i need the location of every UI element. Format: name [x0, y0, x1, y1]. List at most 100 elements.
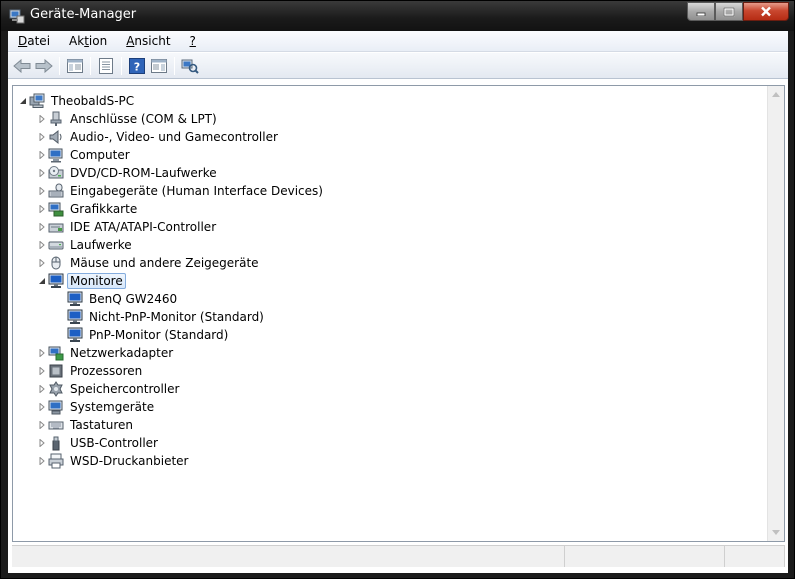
scan-hardware-icon: [181, 59, 199, 74]
expand-icon[interactable]: [36, 149, 48, 161]
tree-category[interactable]: Mäuse und andere Zeigegeräte: [13, 254, 768, 272]
tree-category[interactable]: Monitore: [13, 272, 768, 290]
forward-button[interactable]: [33, 55, 55, 77]
tree-category[interactable]: Computer: [13, 146, 768, 164]
expand-icon[interactable]: [36, 185, 48, 197]
forward-arrow-icon: [35, 58, 53, 73]
action-pane-button[interactable]: [148, 55, 170, 77]
tree-node-label[interactable]: IDE ATA/ATAPI-Controller: [67, 219, 219, 235]
tree-node-label[interactable]: TheobaldS-PC: [48, 93, 137, 109]
tree-category[interactable]: Laufwerke: [13, 236, 768, 254]
show-hide-tree-button[interactable]: [64, 55, 86, 77]
tree-node-label[interactable]: Eingabegeräte (Human Interface Devices): [67, 183, 326, 199]
tree-node-label[interactable]: Mäuse und andere Zeigegeräte: [67, 255, 262, 271]
vertical-scrollbar[interactable]: [767, 86, 784, 541]
menu-hilfe[interactable]: ?: [179, 34, 204, 48]
expand-icon[interactable]: [36, 437, 48, 449]
tree-category[interactable]: USB-Controller: [13, 434, 768, 452]
tree-node-label[interactable]: Systemgeräte: [67, 399, 157, 415]
tree-device[interactable]: PnP-Monitor (Standard): [13, 326, 768, 344]
monitor-icon: [48, 273, 64, 289]
tree-node-label[interactable]: Tastaturen: [67, 417, 136, 433]
expand-icon[interactable]: [36, 347, 48, 359]
scan-hardware-button[interactable]: [179, 55, 201, 77]
maximize-button[interactable]: [715, 2, 743, 21]
tree-node-label[interactable]: Anschlüsse (COM & LPT): [67, 111, 220, 127]
disk-drive-icon: [48, 237, 64, 253]
action-pane-icon: [151, 58, 167, 73]
tree-category[interactable]: Speichercontroller: [13, 380, 768, 398]
tree-node-label[interactable]: Monitore: [67, 273, 126, 289]
tree-category[interactable]: Anschlüsse (COM & LPT): [13, 110, 768, 128]
scroll-down-button[interactable]: [768, 524, 784, 541]
tree-category[interactable]: Eingabegeräte (Human Interface Devices): [13, 182, 768, 200]
status-bar: [12, 545, 785, 567]
close-button[interactable]: [743, 2, 789, 21]
back-button[interactable]: [11, 55, 33, 77]
computer-root-icon: [29, 93, 45, 109]
tree-category[interactable]: IDE ATA/ATAPI-Controller: [13, 218, 768, 236]
tree-node-label[interactable]: BenQ GW2460: [86, 291, 180, 307]
tree-node-label[interactable]: Nicht-PnP-Monitor (Standard): [86, 309, 267, 325]
collapse-icon[interactable]: [36, 275, 48, 287]
tree-category[interactable]: Netzwerkadapter: [13, 344, 768, 362]
expand-icon[interactable]: [36, 131, 48, 143]
tree-root-computer[interactable]: TheobaldS-PC: [13, 92, 768, 110]
menu-hilfe-acc: ?: [189, 34, 196, 48]
expand-icon[interactable]: [36, 401, 48, 413]
maximize-icon: [723, 7, 735, 16]
tree-node-label[interactable]: Netzwerkadapter: [67, 345, 176, 361]
expand-icon[interactable]: [36, 419, 48, 431]
printer-icon: [48, 453, 64, 469]
status-cell-2: [565, 545, 725, 567]
tree-node-label[interactable]: Audio-, Video- und Gamecontroller: [67, 129, 281, 145]
toolbar-separator: [121, 56, 122, 75]
tree-node-label[interactable]: Prozessoren: [67, 363, 145, 379]
tree-category[interactable]: Systemgeräte: [13, 398, 768, 416]
tree-category[interactable]: DVD/CD-ROM-Laufwerke: [13, 164, 768, 182]
tree-category[interactable]: Audio-, Video- und Gamecontroller: [13, 128, 768, 146]
monitor-icon: [67, 309, 83, 325]
tree-category[interactable]: Grafikkarte: [13, 200, 768, 218]
tree-node-label[interactable]: Grafikkarte: [67, 201, 140, 217]
expand-icon[interactable]: [36, 221, 48, 233]
expand-icon[interactable]: [36, 455, 48, 467]
device-manager-window: Geräte-Manager Datei Aktion Ansicht? ? T…: [0, 0, 795, 579]
menu-aktion[interactable]: Aktion: [58, 34, 115, 48]
tree-device[interactable]: Nicht-PnP-Monitor (Standard): [13, 308, 768, 326]
device-manager-icon: [9, 8, 25, 24]
toolbar-separator: [90, 56, 91, 75]
storage-controller-icon: [48, 381, 64, 397]
hid-icon: [48, 183, 64, 199]
menu-datei[interactable]: Datei: [8, 34, 58, 48]
tree-node-label[interactable]: Speichercontroller: [67, 381, 182, 397]
tree-node-label[interactable]: DVD/CD-ROM-Laufwerke: [67, 165, 220, 181]
properties-button[interactable]: [95, 55, 117, 77]
collapse-icon[interactable]: [17, 95, 29, 107]
expand-icon[interactable]: [36, 383, 48, 395]
menu-ansicht[interactable]: Ansicht: [115, 34, 178, 48]
tree-category[interactable]: Tastaturen: [13, 416, 768, 434]
tree-node-label[interactable]: USB-Controller: [67, 435, 161, 451]
expand-icon[interactable]: [36, 167, 48, 179]
tree-node-label[interactable]: WSD-Druckanbieter: [67, 453, 191, 469]
expand-icon[interactable]: [36, 203, 48, 215]
tree-node-label[interactable]: Computer: [67, 147, 133, 163]
tree-node-label[interactable]: PnP-Monitor (Standard): [86, 327, 231, 343]
help-button[interactable]: ?: [126, 55, 148, 77]
expand-icon[interactable]: [36, 239, 48, 251]
tree-category[interactable]: WSD-Druckanbieter: [13, 452, 768, 470]
tree-category[interactable]: Prozessoren: [13, 362, 768, 380]
tree-device[interactable]: BenQ GW2460: [13, 290, 768, 308]
svg-text:?: ?: [134, 60, 140, 73]
expand-icon[interactable]: [36, 257, 48, 269]
title-bar[interactable]: Geräte-Manager: [1, 1, 794, 31]
scroll-up-button[interactable]: [768, 86, 784, 103]
expand-icon[interactable]: [36, 113, 48, 125]
tree-node-label[interactable]: Laufwerke: [67, 237, 135, 253]
minimize-button[interactable]: [687, 2, 715, 21]
expand-icon[interactable]: [36, 365, 48, 377]
device-tree-pane[interactable]: TheobaldS-PC Anschlüsse (COM & LPT) Audio-…: [12, 85, 785, 542]
